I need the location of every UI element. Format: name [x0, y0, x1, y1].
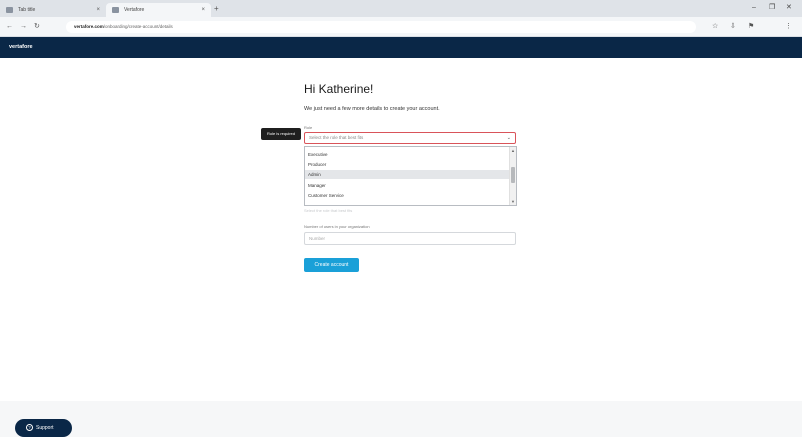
role-dropdown-list[interactable]: Executive Producer Admin Manager Custome…: [304, 146, 517, 206]
scroll-up-icon[interactable]: ▲: [511, 148, 515, 153]
users-count-label: Number of users in your organization: [304, 224, 370, 229]
forward-icon[interactable]: →: [20, 21, 27, 32]
reload-icon[interactable]: ↻: [34, 21, 40, 32]
dropdown-scrollbar[interactable]: ▲ ▼: [509, 147, 516, 205]
tab-label: Tab title: [18, 7, 36, 13]
browser-toolbar: ← → ↻ vertafore.com/onboarding/create-ac…: [0, 17, 802, 37]
url-host: vertafore.com: [74, 24, 104, 29]
maximize-icon[interactable]: ❐: [769, 2, 775, 14]
page-footer: [0, 401, 802, 437]
role-select[interactable]: Select the role that best fits ⌄: [304, 132, 516, 144]
favicon-icon: [112, 7, 119, 13]
obscured-field-text: Select the role that best fits: [304, 208, 353, 213]
page-subtitle: We just need a few more details to creat…: [304, 106, 440, 112]
favicon-icon: [6, 7, 13, 13]
chevron-down-icon: ⌄: [506, 135, 511, 141]
new-tab-button[interactable]: +: [214, 3, 219, 15]
dropdown-option[interactable]: Producer: [305, 160, 510, 169]
app-navbar: vertafore: [0, 37, 802, 58]
scrollbar-thumb[interactable]: [511, 167, 515, 183]
role-select-value: Select the role that best fits: [309, 135, 364, 140]
help-icon: ?: [26, 424, 33, 432]
tab-close-icon[interactable]: ×: [201, 3, 205, 17]
browser-tab-strip: Tab title × Vertafore × + – ❐ ✕: [0, 0, 802, 17]
users-count-input[interactable]: Number: [304, 232, 516, 245]
dropdown-option[interactable]: Manager: [305, 181, 510, 190]
dropdown-option-selected[interactable]: Admin: [305, 170, 510, 179]
minimize-icon[interactable]: –: [752, 2, 756, 14]
create-account-button[interactable]: Create account: [304, 258, 359, 272]
browser-tab[interactable]: Tab title ×: [0, 3, 106, 17]
url-path: /onboarding/create-account/details: [103, 24, 173, 29]
scroll-down-icon[interactable]: ▼: [511, 199, 515, 204]
menu-icon[interactable]: ⋮: [785, 21, 792, 32]
dropdown-option[interactable]: Customer Service: [305, 191, 510, 200]
brand-logo[interactable]: vertafore: [9, 42, 33, 52]
extension-icon[interactable]: ⚑: [748, 21, 754, 32]
address-bar[interactable]: vertafore.com/onboarding/create-account/…: [66, 21, 696, 33]
role-label: Role: [304, 125, 313, 130]
back-icon[interactable]: ←: [6, 21, 13, 32]
support-button[interactable]: ? Support: [15, 419, 72, 437]
tab-close-icon[interactable]: ×: [96, 3, 100, 17]
tab-label: Vertafore: [124, 7, 145, 13]
validation-tooltip: Role is required: [261, 128, 301, 140]
download-icon[interactable]: ⇩: [730, 21, 736, 32]
dropdown-option[interactable]: Executive: [305, 150, 510, 159]
support-label: Support: [36, 425, 54, 431]
bookmark-icon[interactable]: ☆: [712, 21, 718, 32]
close-window-icon[interactable]: ✕: [786, 2, 792, 14]
browser-tab-active[interactable]: Vertafore ×: [106, 3, 211, 17]
page-title: Hi Katherine!: [304, 82, 374, 96]
